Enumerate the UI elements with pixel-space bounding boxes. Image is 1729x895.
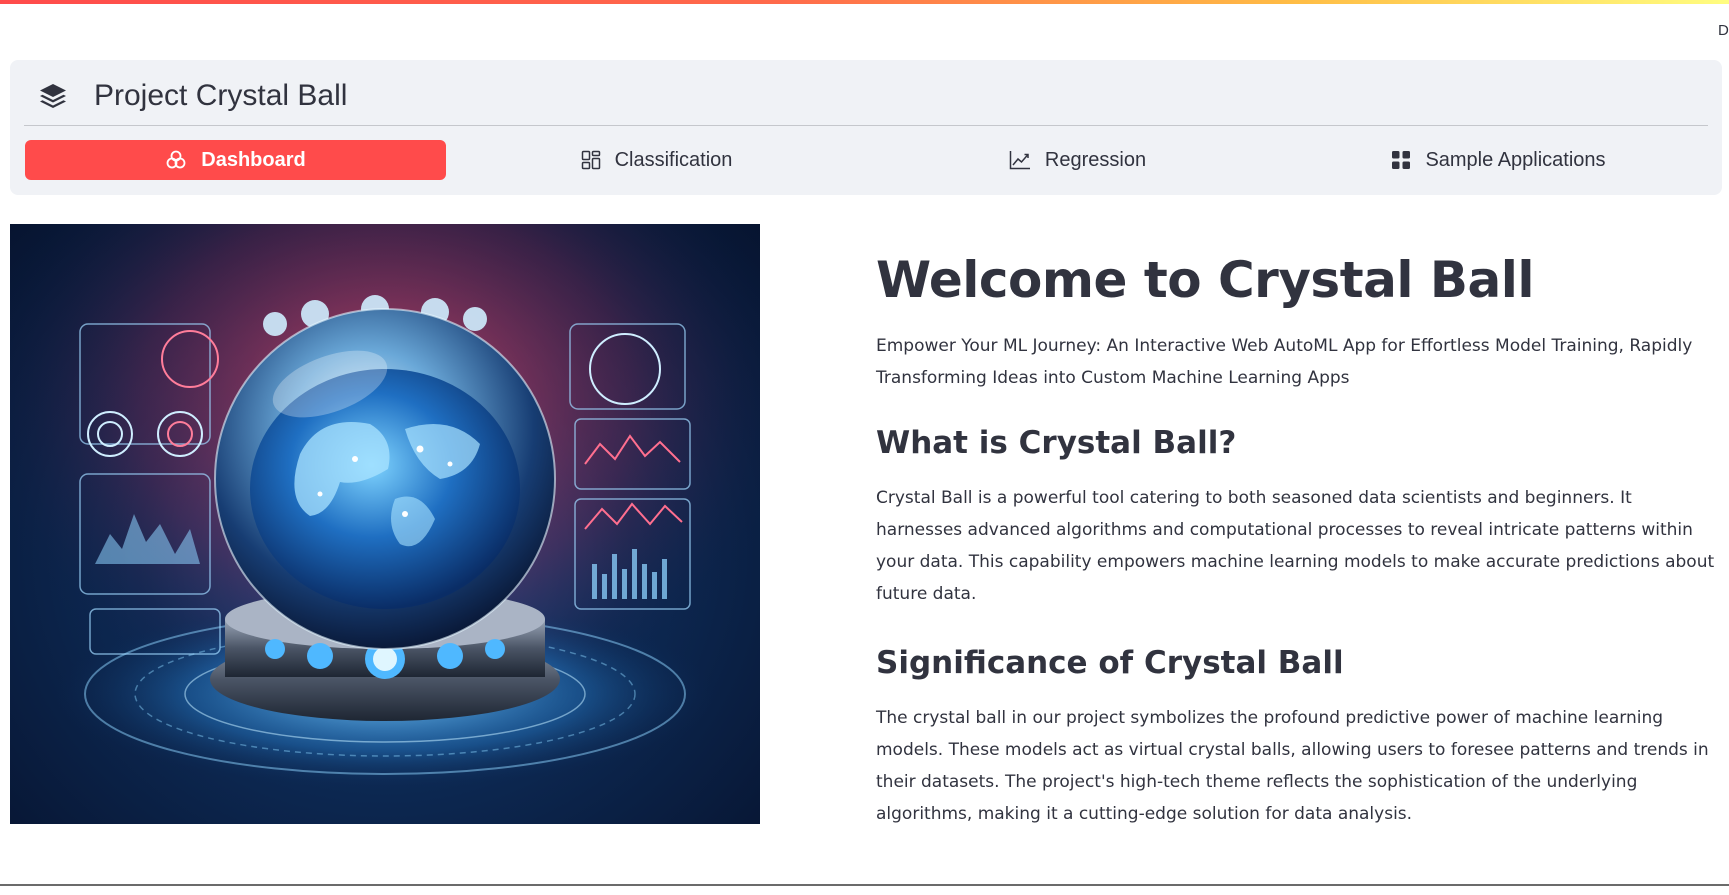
significance-text: The crystal ball in our project symboliz… — [876, 708, 1709, 824]
menu-title: Project Crystal Ball — [94, 79, 348, 112]
menu-divider — [24, 125, 1708, 126]
crystal-ball-image — [10, 224, 760, 824]
what-is-heading: What is Crystal Ball? — [876, 425, 1237, 461]
nav-label-classification: Classification — [614, 148, 733, 171]
nav-item-classification[interactable]: Classification — [446, 140, 867, 180]
nav-label-regression: Regression — [1044, 148, 1147, 171]
nav-tabs: Dashboard Classification Regression Samp… — [25, 140, 1709, 180]
top-decoration-bar — [0, 0, 1729, 4]
what-is-text: Crystal Ball is a powerful tool catering… — [876, 488, 1715, 604]
bottom-divider — [0, 884, 1729, 886]
deploy-button[interactable]: Deploy — [1718, 22, 1729, 39]
nav-item-regression[interactable]: Regression — [867, 140, 1288, 180]
option-menu: Project Crystal Ball Dashboard Classific… — [10, 60, 1722, 195]
menu-header: Project Crystal Ball — [38, 70, 347, 122]
nav-item-dashboard[interactable]: Dashboard — [25, 140, 446, 180]
nav-label-sample-applications: Sample Applications — [1425, 148, 1606, 171]
flower-icon — [165, 149, 187, 171]
nav-item-sample-applications[interactable]: Sample Applications — [1288, 140, 1709, 180]
welcome-heading: Welcome to Crystal Ball — [876, 251, 1535, 309]
graph-up-icon — [1009, 150, 1031, 170]
nav-label-dashboard: Dashboard — [201, 148, 306, 171]
tagline-text: Empower Your ML Journey: An Interactive … — [876, 336, 1693, 388]
grid-fill-icon — [1391, 150, 1411, 170]
significance-heading: Significance of Crystal Ball — [876, 645, 1344, 681]
main-content: Welcome to Crystal Ball Empower Your ML … — [876, 240, 1716, 830]
layers-icon — [38, 82, 68, 110]
grid-layout-icon — [581, 150, 601, 170]
